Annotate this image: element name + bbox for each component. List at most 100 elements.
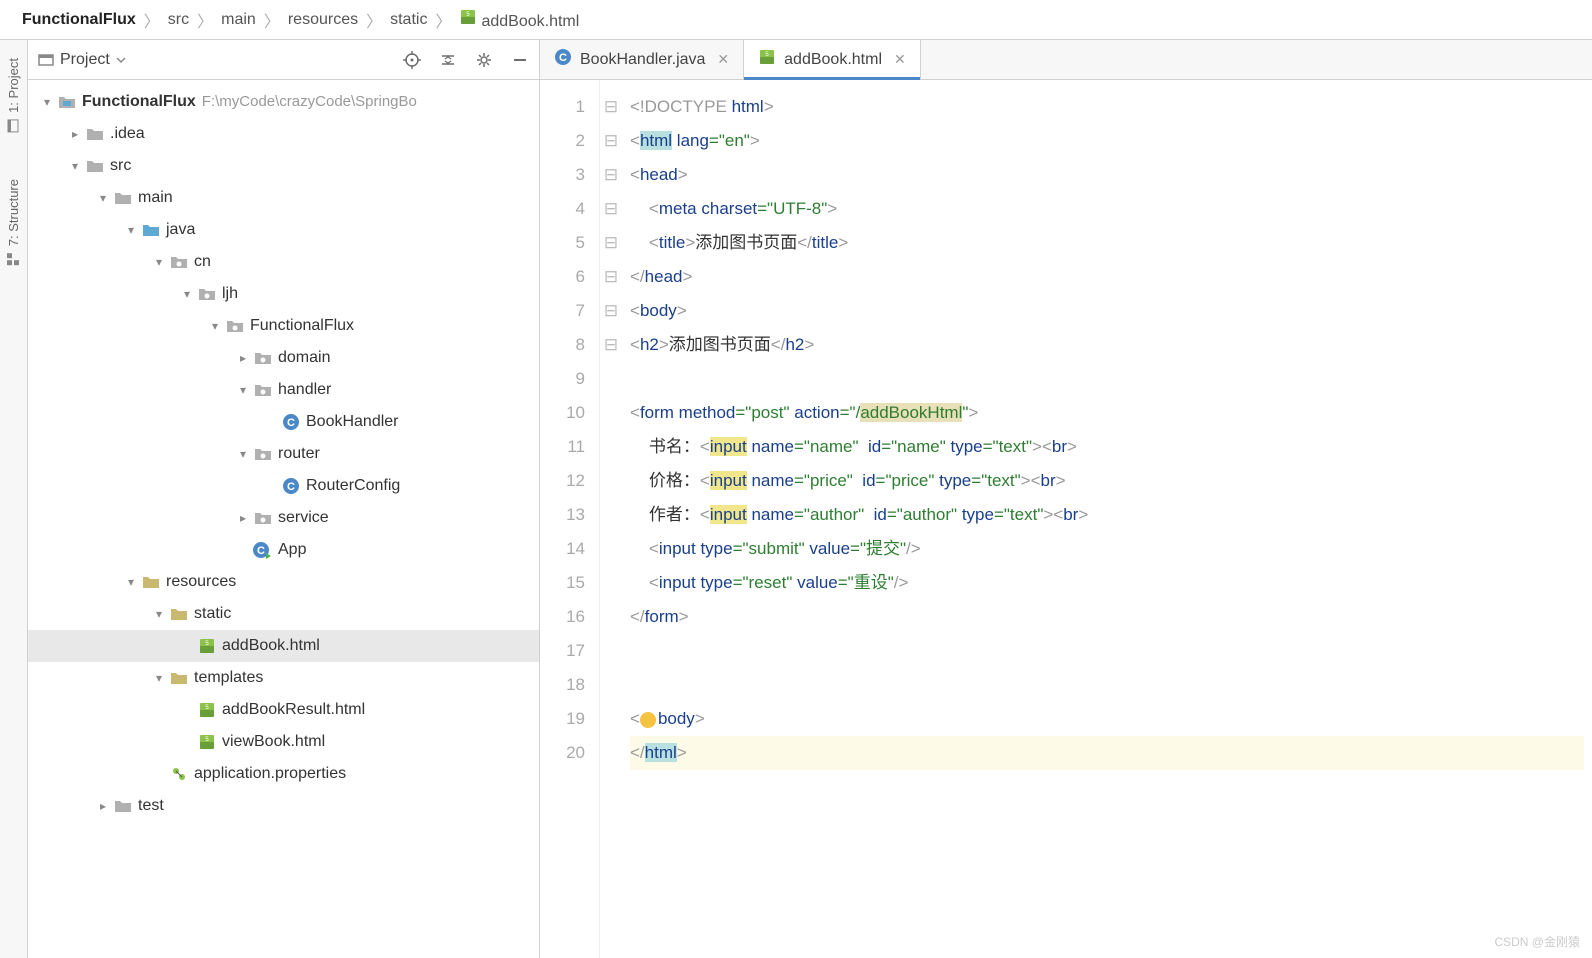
project-panel-title[interactable]: Project — [38, 51, 395, 69]
breadcrumb: FunctionalFlux〉src〉main〉resources〉static… — [0, 0, 1592, 40]
editor-tabs: CBookHandler.java✕5addBook.html✕ — [540, 40, 1592, 80]
code-content[interactable]: <!DOCTYPE html><html lang="en"><head> <m… — [622, 80, 1592, 958]
tree-label: .idea — [110, 125, 145, 143]
chevron-down-icon — [116, 55, 126, 65]
tree-arrow-icon[interactable]: ▾ — [150, 607, 168, 621]
editor-tab[interactable]: 5addBook.html✕ — [744, 40, 921, 79]
tree-label: static — [194, 605, 231, 623]
tree-row[interactable]: ▾router — [28, 438, 539, 470]
package-icon — [224, 318, 246, 334]
class-icon: C — [554, 48, 572, 71]
breadcrumb-sep: 〉 — [195, 8, 215, 32]
tree-arrow-icon[interactable]: ▾ — [178, 287, 196, 301]
tree-row[interactable]: 5addBookResult.html — [28, 694, 539, 726]
package-icon — [252, 510, 274, 526]
package-icon — [252, 446, 274, 462]
tree-row[interactable]: ▾ ljh — [28, 278, 539, 310]
tree-row[interactable]: ▾ src — [28, 150, 539, 182]
tree-arrow-icon[interactable]: ▸ — [234, 351, 252, 365]
tree-label: application.properties — [194, 765, 346, 783]
tree-row[interactable]: ▾ handler — [28, 374, 539, 406]
class-icon: C — [280, 413, 302, 431]
tree-row[interactable]: 5addBook.html — [28, 630, 539, 662]
tree-label: FunctionalFluxF:\myCode\crazyCode\Spring… — [82, 93, 417, 111]
tree-label: BookHandler — [306, 413, 399, 431]
tree-row[interactable]: ▸service — [28, 502, 539, 534]
tree-arrow-icon[interactable]: ▾ — [234, 447, 252, 461]
gutter-tab[interactable]: 1: Project — [4, 50, 23, 141]
gear-icon[interactable] — [475, 51, 493, 69]
locate-icon[interactable] — [403, 51, 421, 69]
tree-arrow-icon[interactable]: ▸ — [94, 799, 112, 813]
tree-label: src — [110, 157, 131, 175]
breadcrumb-item[interactable]: src — [162, 11, 195, 29]
tree-row[interactable]: ▾cn — [28, 246, 539, 278]
tree-row[interactable]: ▾resources — [28, 566, 539, 598]
folder-res-icon — [168, 606, 190, 622]
folder-res-icon — [140, 574, 162, 590]
fold-gutter: ⊟⊟⊟⊟⊟⊟⊟⊟ — [600, 80, 622, 958]
tree-arrow-icon[interactable]: ▾ — [122, 223, 140, 237]
folder-icon — [84, 158, 106, 174]
breadcrumb-item[interactable]: FunctionalFlux — [16, 11, 142, 29]
props-icon — [168, 765, 190, 783]
tree-arrow-icon[interactable]: ▾ — [234, 383, 252, 397]
folder-icon — [112, 190, 134, 206]
tree-row[interactable]: application.properties — [28, 758, 539, 790]
minimize-icon[interactable] — [511, 51, 529, 69]
tree-row[interactable]: ▾ main — [28, 182, 539, 214]
tree-row[interactable]: ▸ .idea — [28, 118, 539, 150]
html-icon: 5 — [196, 637, 218, 655]
tree-row[interactable]: ▾ FunctionalFluxF:\myCode\crazyCode\Sprin… — [28, 86, 539, 118]
close-icon[interactable]: ✕ — [894, 51, 906, 68]
tree-arrow-icon[interactable]: ▾ — [122, 575, 140, 589]
breadcrumb-sep: 〉 — [142, 8, 162, 32]
class-run-icon: C — [252, 541, 274, 559]
breadcrumb-item[interactable]: 5addBook.html — [453, 8, 585, 31]
line-gutter: 1234567891011121314151617181920 — [540, 80, 600, 958]
tree-arrow-icon[interactable]: ▸ — [66, 127, 84, 141]
tree-row[interactable]: ▸test — [28, 790, 539, 822]
tree-label: App — [278, 541, 306, 559]
watermark: CSDN @金刚猿 — [1494, 933, 1580, 950]
tree-label: ljh — [222, 285, 238, 303]
tree-row[interactable]: CApp — [28, 534, 539, 566]
tree-row[interactable]: ▾ templates — [28, 662, 539, 694]
tree-arrow-icon[interactable]: ▾ — [38, 95, 56, 109]
tree-row[interactable]: CBookHandler — [28, 406, 539, 438]
folder-src-icon — [140, 222, 162, 238]
tree-arrow-icon[interactable]: ▾ — [94, 191, 112, 205]
tree-arrow-icon[interactable]: ▸ — [234, 511, 252, 525]
editor-tab[interactable]: CBookHandler.java✕ — [540, 40, 744, 79]
html-icon: 5 — [459, 8, 477, 26]
tree-row[interactable]: ▾ static — [28, 598, 539, 630]
tree-arrow-icon[interactable]: ▾ — [66, 159, 84, 173]
tree-row[interactable]: 5viewBook.html — [28, 726, 539, 758]
html-icon: 5 — [758, 48, 776, 71]
close-icon[interactable]: ✕ — [717, 51, 729, 68]
tree-row[interactable]: ▸domain — [28, 342, 539, 374]
expand-icon[interactable] — [439, 51, 457, 69]
code-area[interactable]: 1234567891011121314151617181920 ⊟⊟⊟⊟⊟⊟⊟⊟… — [540, 80, 1592, 958]
tree-row[interactable]: ▾FunctionalFlux — [28, 310, 539, 342]
tree-label: templates — [194, 669, 263, 687]
gutter-tab[interactable]: 7: Structure — [4, 171, 23, 274]
tree-label: viewBook.html — [222, 733, 325, 751]
html-icon: 5 — [196, 733, 218, 751]
module-icon — [56, 94, 78, 110]
tree-row[interactable]: CRouterConfig — [28, 470, 539, 502]
tree-label: main — [138, 189, 173, 207]
breadcrumb-sep: 〉 — [364, 8, 384, 32]
tree-arrow-icon[interactable]: ▾ — [206, 319, 224, 333]
tree-label: handler — [278, 381, 331, 399]
tree-arrow-icon[interactable]: ▾ — [150, 671, 168, 685]
breadcrumb-sep: 〉 — [433, 8, 453, 32]
breadcrumb-item[interactable]: static — [384, 11, 433, 29]
project-tree[interactable]: ▾ FunctionalFluxF:\myCode\crazyCode\Sprin… — [28, 80, 539, 958]
tree-row[interactable]: ▾java — [28, 214, 539, 246]
breadcrumb-item[interactable]: resources — [282, 11, 364, 29]
breadcrumb-sep: 〉 — [262, 8, 282, 32]
tree-arrow-icon[interactable]: ▾ — [150, 255, 168, 269]
package-icon — [196, 286, 218, 302]
breadcrumb-item[interactable]: main — [215, 11, 262, 29]
